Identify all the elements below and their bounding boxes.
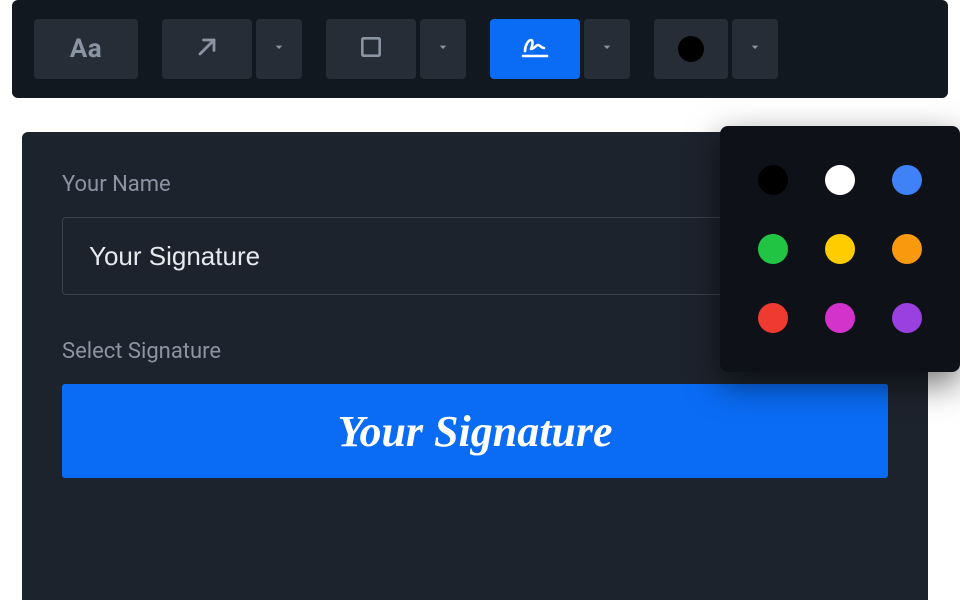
color-swatch-white[interactable]	[825, 165, 855, 195]
rectangle-tool-dropdown[interactable]	[420, 19, 466, 79]
color-swatch-black[interactable]	[758, 165, 788, 195]
chevron-down-icon	[435, 39, 451, 59]
color-swatch-orange[interactable]	[892, 234, 922, 264]
rectangle-tool-button[interactable]	[326, 19, 416, 79]
signature-tool-button[interactable]	[490, 19, 580, 79]
signature-tool-group	[490, 19, 630, 79]
color-swatch-yellow[interactable]	[825, 234, 855, 264]
rectangle-icon	[358, 34, 384, 64]
signature-preview-tile[interactable]: Your Signature	[62, 384, 888, 478]
arrow-tool-button[interactable]	[162, 19, 252, 79]
color-tool-button[interactable]	[654, 19, 728, 79]
chevron-down-icon	[747, 39, 763, 59]
toolbar: Aa	[12, 0, 948, 98]
color-tool-dropdown[interactable]	[732, 19, 778, 79]
color-swatch-blue[interactable]	[892, 165, 922, 195]
color-swatch-green[interactable]	[758, 234, 788, 264]
arrow-tool-dropdown[interactable]	[256, 19, 302, 79]
chevron-down-icon	[271, 39, 287, 59]
current-color-swatch	[678, 36, 704, 62]
signature-tool-dropdown[interactable]	[584, 19, 630, 79]
color-swatch-purple[interactable]	[892, 303, 922, 333]
text-tool-button[interactable]: Aa	[34, 19, 138, 79]
arrow-tool-group	[162, 19, 302, 79]
color-swatch-magenta[interactable]	[825, 303, 855, 333]
arrow-icon	[193, 33, 221, 65]
chevron-down-icon	[599, 39, 615, 59]
signature-icon	[518, 32, 552, 66]
color-swatch-red[interactable]	[758, 303, 788, 333]
color-tool-group	[654, 19, 778, 79]
signature-preview-text: Your Signature	[337, 406, 612, 457]
color-picker-popover	[720, 126, 960, 372]
text-tool-label: Aa	[70, 34, 102, 64]
rectangle-tool-group	[326, 19, 466, 79]
